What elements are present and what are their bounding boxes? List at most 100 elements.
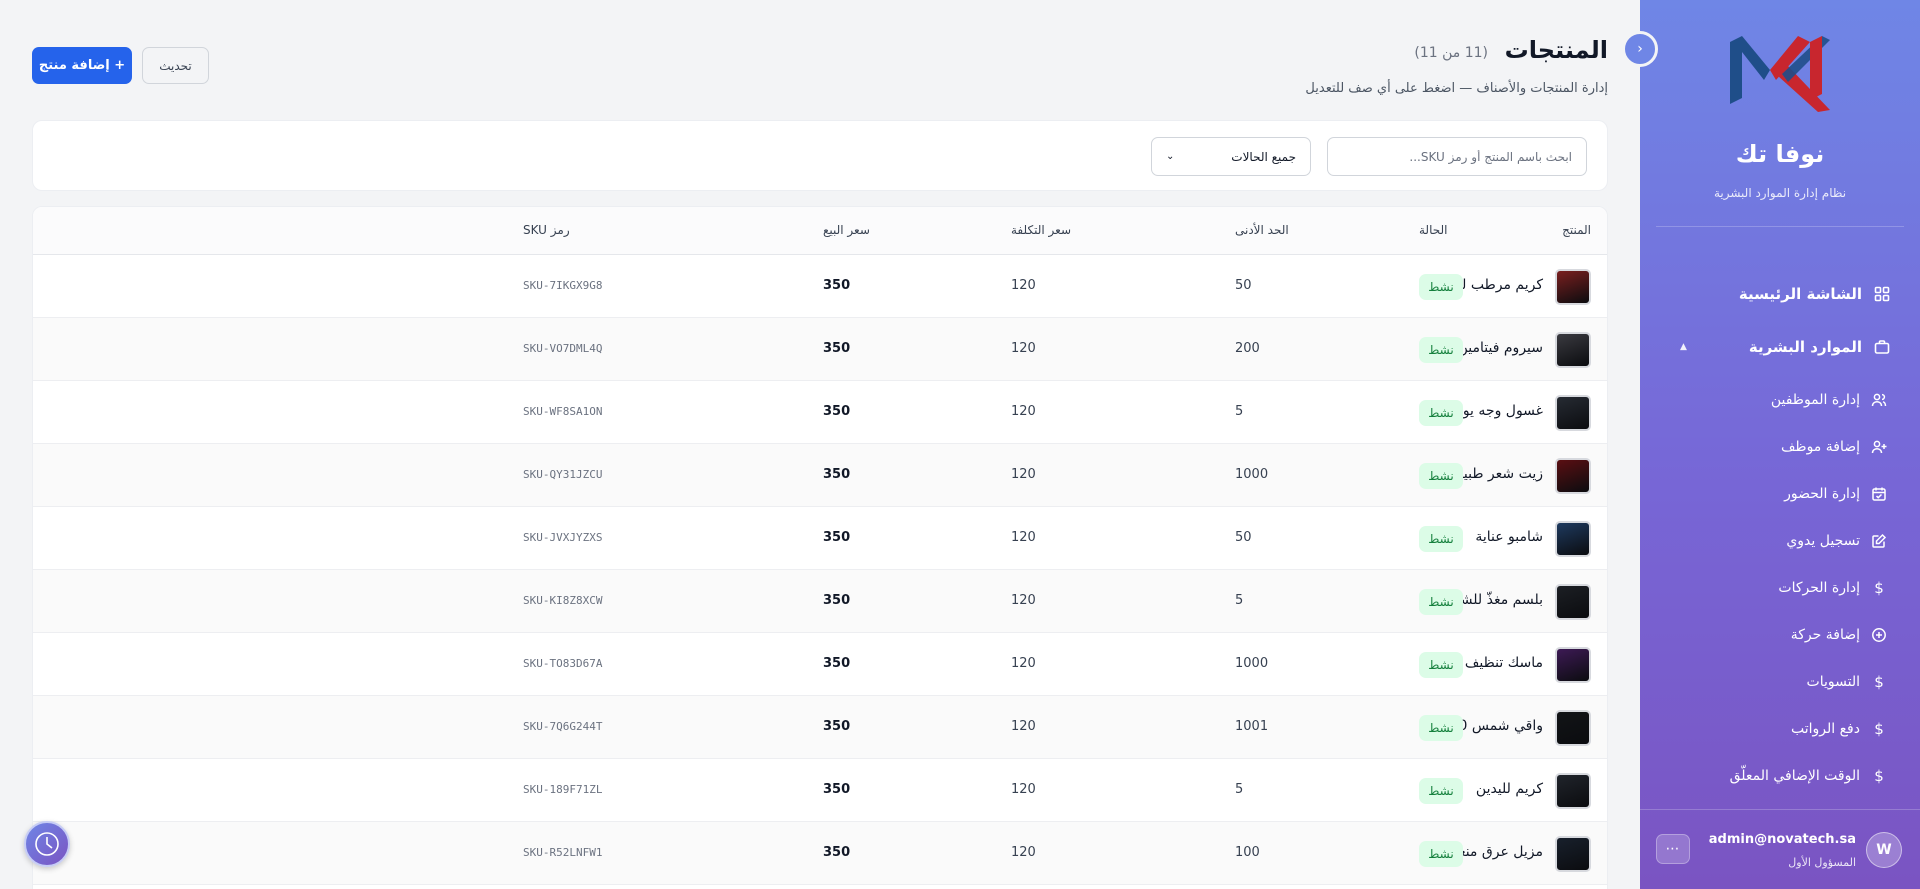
dollar-icon: $ (1874, 767, 1884, 785)
sidebar-item-pending-overtime[interactable]: $ الوقت الإضافي المعلّق (1660, 760, 1888, 792)
sidebar-item-employees[interactable]: إدارة الموظفين (1660, 384, 1888, 416)
selling-price: 350 (823, 278, 851, 293)
product-thumbnail (1555, 521, 1591, 557)
status-filter-select[interactable]: جميع الحالات ⌄ (1151, 137, 1311, 176)
minimum-quantity: 1001 (1235, 719, 1269, 734)
brand-subtitle: نظام إدارة الموارد البشرية (1713, 186, 1847, 200)
product-sku: SKU-TO83D67A (523, 657, 603, 670)
dollar-icon: $ (1874, 720, 1884, 738)
sidebar-item-label: إضافة حركة (1790, 627, 1860, 643)
refresh-button[interactable]: تحديث (142, 47, 209, 84)
table-row[interactable]: زيت شعر طبيعي SKU-QY31JZCU 350 120 1000 نشط (33, 444, 1607, 507)
table-row[interactable]: غسول وجه يومي SKU-WF8SA1ON 350 120 5 نشط (33, 381, 1607, 444)
table-row[interactable]: كريم مرطب للبشرة SKU-7IKGX9G8 350 120 50 نشط (33, 255, 1607, 318)
more-options-button[interactable]: ⋯ (1656, 834, 1690, 864)
column-header-cost[interactable]: سعر التكلفة (1011, 223, 1071, 237)
status-select-value: جميع الحالات (1231, 149, 1296, 164)
sidebar-collapse-button[interactable]: ‹ (1622, 31, 1658, 67)
edit-icon (1870, 532, 1888, 550)
company-logo (1730, 36, 1830, 112)
avatar[interactable]: W (1866, 832, 1902, 868)
cost-price: 120 (1011, 656, 1036, 671)
clock-icon (35, 832, 59, 856)
minimum-quantity: 5 (1235, 593, 1244, 608)
product-sku: SKU-7IKGX9G8 (523, 279, 603, 292)
sidebar-item-transactions[interactable]: $ إدارة الحركات (1660, 572, 1888, 604)
table-row[interactable]: شامبو عناية SKU-JVXJYZXS 350 120 50 نشط (33, 507, 1607, 570)
minimum-quantity: 5 (1235, 404, 1244, 419)
column-header-min[interactable]: الحد الأدنى (1235, 223, 1289, 237)
cost-price: 120 (1011, 530, 1036, 545)
sidebar-item-attendance[interactable]: إدارة الحضور (1660, 478, 1888, 510)
product-thumbnail (1555, 836, 1591, 872)
sidebar-item-home[interactable]: الشاشة الرئيسية (1660, 278, 1892, 310)
search-input[interactable] (1327, 137, 1587, 176)
column-header-sku[interactable]: رمز SKU (523, 223, 570, 237)
product-sku: SKU-7Q6G244T (523, 720, 603, 733)
cost-price: 120 (1011, 341, 1036, 356)
product-sku: SKU-VO7DML4Q (523, 342, 603, 355)
selling-price: 350 (823, 782, 851, 797)
product-sku: SKU-KI8Z8XCW (523, 594, 603, 607)
product-thumbnail (1555, 773, 1591, 809)
user-profile: W admin@novatech.sa المسؤول الأول ⋯ (1640, 809, 1920, 889)
table-row[interactable]: سيروم فيتامين سي SKU-VO7DML4Q 350 120 200 نشط (33, 318, 1607, 381)
minimum-quantity: 1000 (1235, 467, 1269, 482)
column-header-price[interactable]: سعر البيع (823, 223, 870, 237)
table-row[interactable]: كريم لليدين SKU-189F71ZL 350 120 5 نشط (33, 759, 1607, 822)
cost-price: 120 (1011, 404, 1036, 419)
product-thumbnail (1555, 584, 1591, 620)
product-thumbnail (1555, 269, 1591, 305)
attendance-clock-button[interactable] (24, 821, 70, 867)
ellipsis-icon: ⋯ (1665, 841, 1681, 857)
product-sku: SKU-R52LNFW1 (523, 846, 603, 859)
status-badge: نشط (1419, 841, 1463, 867)
table-row[interactable]: ماسك تنظيف عميق SKU-TO83D67A 350 120 1000 نشط (33, 633, 1607, 696)
chevron-left-icon: ‹ (1637, 41, 1643, 57)
table-row[interactable]: واقي شمس SPF50SKU-7Q6G244T3501201001نشط (33, 696, 1607, 759)
chevron-up-icon: ▲ (1680, 342, 1687, 352)
sidebar-item-manual-entry[interactable]: تسجيل يدوي (1660, 525, 1888, 557)
sidebar-divider (1656, 226, 1904, 227)
sidebar-item-label: الموارد البشرية (1748, 338, 1862, 356)
column-header-status[interactable]: الحالة (1419, 223, 1447, 237)
sidebar-item-label: الشاشة الرئيسية (1738, 285, 1862, 303)
column-header-product[interactable]: المنتج (1562, 223, 1591, 237)
table-row[interactable]: بلسم مغذّ للشعر SKU-KI8Z8XCW 350 120 5 نشط (33, 570, 1607, 633)
product-name: شامبو عناية (1475, 529, 1543, 545)
product-thumbnail (1555, 710, 1591, 746)
page-subtitle: إدارة المنتجات والأصناف — اضغط على أي صف… (1305, 81, 1608, 96)
sidebar-item-hr[interactable]: الموارد البشرية ▲ (1660, 331, 1892, 363)
sidebar-item-label: إدارة الموظفين (1770, 392, 1860, 408)
cost-price: 120 (1011, 593, 1036, 608)
minimum-quantity: 200 (1235, 341, 1260, 356)
sidebar-item-label: دفع الرواتب (1790, 721, 1860, 737)
cost-price: 120 (1011, 782, 1036, 797)
table-row[interactable]: مزيل عرق منعش SKU-R52LNFW1 350 120 100 نشط (33, 822, 1607, 885)
minimum-quantity: 50 (1235, 530, 1252, 545)
user-plus-icon (1870, 438, 1888, 456)
status-badge: نشط (1419, 526, 1463, 552)
grid-icon (1872, 285, 1892, 303)
sidebar-item-add-employee[interactable]: إضافة موظف (1660, 431, 1888, 463)
product-sku: SKU-189F71ZL (523, 783, 603, 796)
cost-price: 120 (1011, 845, 1036, 860)
minimum-quantity: 1000 (1235, 656, 1269, 671)
sidebar-item-label: التسويات (1806, 674, 1860, 690)
add-product-button[interactable]: + إضافة منتج (32, 47, 132, 84)
dollar-icon: $ (1874, 579, 1884, 597)
selling-price: 350 (823, 593, 851, 608)
status-badge: نشط (1419, 589, 1463, 615)
sidebar-item-settlements[interactable]: $ التسويات (1660, 666, 1888, 698)
product-name: كريم لليدين (1475, 781, 1543, 797)
briefcase-icon (1872, 338, 1892, 356)
filter-bar: جميع الحالات ⌄ (32, 120, 1608, 191)
brand-name: نوفا تك (1735, 140, 1825, 168)
sidebar-item-label: إدارة الحضور (1784, 486, 1860, 502)
selling-price: 350 (823, 719, 851, 734)
product-sku: SKU-JVXJYZXS (523, 531, 603, 544)
status-badge: نشط (1419, 274, 1463, 300)
user-email: admin@novatech.sa (1708, 832, 1856, 847)
sidebar-item-add-transaction[interactable]: إضافة حركة (1660, 619, 1888, 651)
sidebar-item-payroll[interactable]: $ دفع الرواتب (1660, 713, 1888, 745)
